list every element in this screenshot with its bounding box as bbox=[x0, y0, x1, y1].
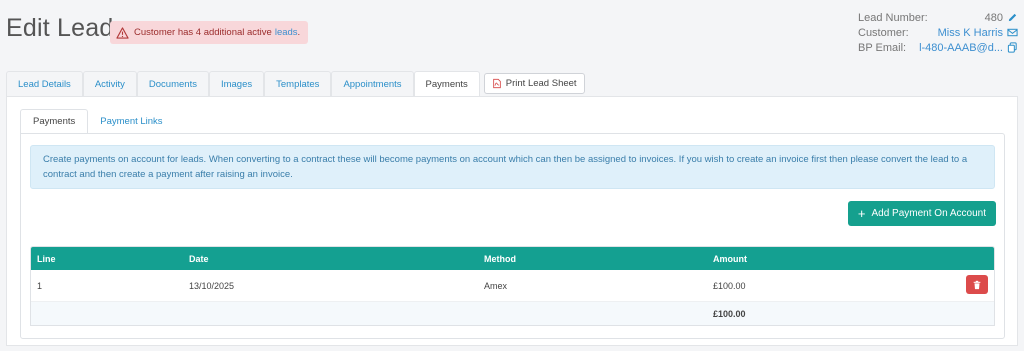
add-payment-label: Add Payment On Account bbox=[871, 208, 986, 219]
cell-date: 13/10/2025 bbox=[189, 280, 235, 291]
pdf-icon bbox=[493, 78, 501, 89]
tab-templates[interactable]: Templates bbox=[264, 71, 332, 97]
trash-icon bbox=[973, 280, 981, 289]
table-total-row: £100.00 bbox=[31, 301, 994, 325]
lead-tabs: Lead Details Activity Documents Images T… bbox=[6, 71, 585, 97]
table-header: Line Date Method Amount bbox=[31, 247, 994, 270]
payments-content: Create payments on account for leads. Wh… bbox=[20, 133, 1005, 339]
tab-activity[interactable]: Activity bbox=[82, 71, 137, 97]
tab-appointments[interactable]: Appointments bbox=[331, 71, 414, 97]
alert-text: Customer has 4 additional active bbox=[134, 27, 272, 38]
customer-label: Customer: bbox=[858, 26, 909, 39]
info-message: Create payments on account for leads. Wh… bbox=[30, 145, 995, 189]
lead-number-label: Lead Number: bbox=[858, 11, 928, 24]
bp-email-label: BP Email: bbox=[858, 41, 907, 54]
copy-icon[interactable] bbox=[1007, 42, 1018, 53]
envelope-icon[interactable] bbox=[1007, 27, 1018, 38]
tab-images[interactable]: Images bbox=[208, 71, 265, 97]
lead-number-value: 480 bbox=[984, 11, 1003, 24]
cell-line: 1 bbox=[37, 280, 43, 291]
tab-documents[interactable]: Documents bbox=[136, 71, 209, 97]
subtab-payment-links[interactable]: Payment Links bbox=[88, 109, 174, 134]
table-row: 1 13/10/2025 Amex £100.00 bbox=[31, 270, 994, 301]
header-date: Date bbox=[189, 253, 209, 264]
add-payment-on-account-button[interactable]: + Add Payment On Account bbox=[847, 201, 996, 226]
subtab-payments[interactable]: Payments bbox=[20, 109, 89, 134]
pencil-icon[interactable] bbox=[1007, 12, 1018, 23]
print-lead-sheet-button[interactable]: Print Lead Sheet bbox=[483, 73, 585, 94]
tab-lead-details[interactable]: Lead Details bbox=[6, 71, 83, 97]
bp-email-value[interactable]: l-480-AAAB@d... bbox=[919, 42, 1003, 54]
header-amount: Amount bbox=[713, 253, 747, 264]
delete-payment-button[interactable] bbox=[966, 275, 988, 294]
header-line: Line bbox=[37, 253, 56, 264]
tab-payments[interactable]: Payments bbox=[413, 71, 480, 97]
leads-link[interactable]: leads bbox=[275, 27, 298, 38]
customer-link[interactable]: Miss K Harris bbox=[938, 27, 1003, 39]
warning-icon bbox=[116, 26, 129, 39]
total-amount: £100.00 bbox=[713, 308, 746, 319]
cell-method: Amex bbox=[484, 280, 508, 291]
alert-period: . bbox=[297, 27, 301, 38]
page-title: Edit Lead bbox=[6, 14, 114, 42]
cell-amount: £100.00 bbox=[713, 280, 746, 291]
print-lead-sheet-label: Print Lead Sheet bbox=[505, 78, 577, 89]
plus-icon: + bbox=[857, 206, 866, 221]
header-method: Method bbox=[484, 253, 516, 264]
active-leads-alert: Customer has 4 additional active leads. bbox=[110, 21, 309, 44]
payment-subtabs: Payments Payment Links bbox=[20, 109, 175, 134]
payments-panel: Payments Payment Links Create payments o… bbox=[6, 96, 1018, 346]
lead-meta: Lead Number: 480 Customer: Miss K Harris… bbox=[858, 10, 1018, 55]
payments-table: Line Date Method Amount 1 13/10/2025 Ame… bbox=[30, 246, 995, 326]
